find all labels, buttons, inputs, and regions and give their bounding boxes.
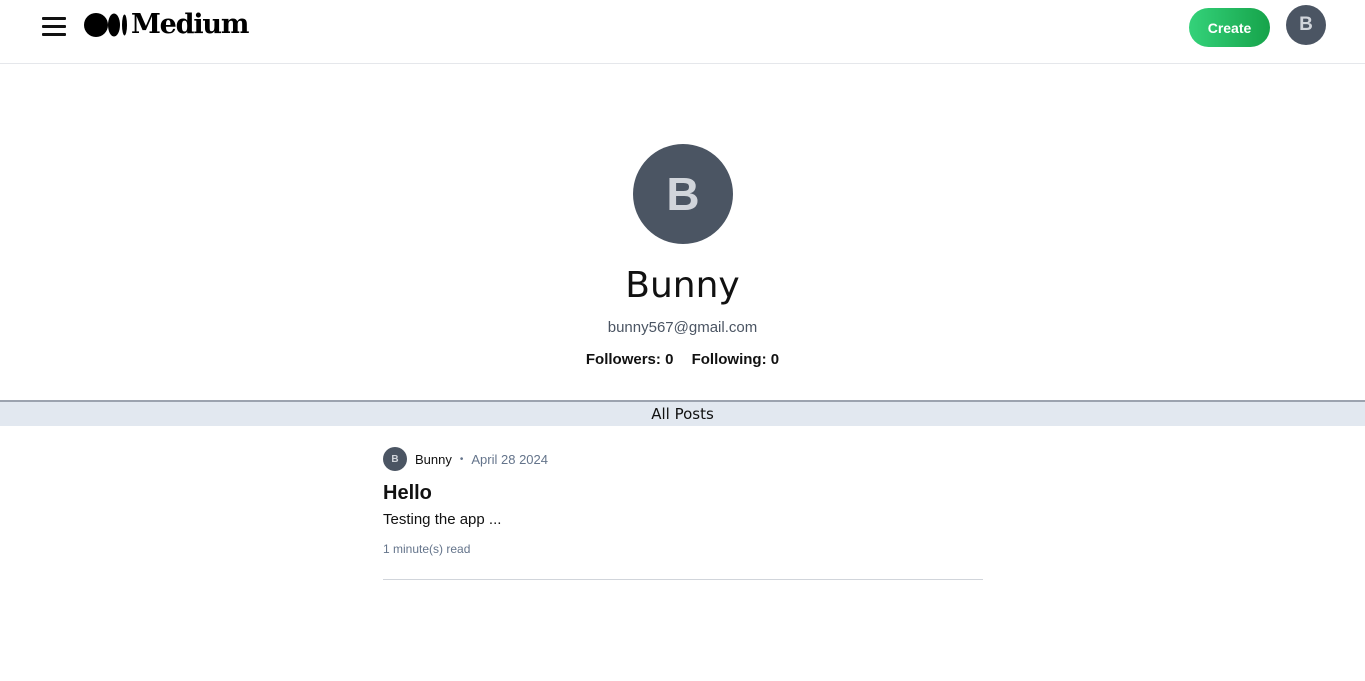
dot-separator: • xyxy=(459,453,464,465)
medium-logo[interactable]: Medium xyxy=(84,9,249,40)
post-author-avatar: B xyxy=(383,447,407,471)
top-navbar: Medium Create B xyxy=(0,0,1365,64)
logo-wordmark: Medium xyxy=(131,9,249,40)
hamburger-menu-icon[interactable] xyxy=(42,16,66,38)
menu-line xyxy=(42,17,66,20)
post-meta: B Bunny • April 28 2024 xyxy=(383,447,548,471)
profile-email: bunny567@gmail.com xyxy=(607,319,758,336)
medium-logo-icon xyxy=(84,13,127,37)
menu-line xyxy=(42,25,66,28)
post-read-time: 1 minute(s) read xyxy=(383,542,471,556)
post-date: April 28 2024 xyxy=(471,451,549,467)
create-button[interactable]: Create xyxy=(1189,8,1270,47)
user-avatar[interactable]: B xyxy=(1286,5,1326,45)
post-title[interactable]: Hello xyxy=(383,482,432,505)
follow-stats: Followers: 0 Following: 0 xyxy=(0,351,1365,368)
all-posts-heading: All Posts xyxy=(0,400,1365,426)
following-count[interactable]: Following: 0 xyxy=(692,351,780,368)
post-author: Bunny xyxy=(415,451,452,467)
followers-count[interactable]: Followers: 0 xyxy=(586,351,674,368)
menu-line xyxy=(42,33,66,36)
profile-name: Bunny xyxy=(625,265,740,306)
profile-avatar: B xyxy=(633,144,733,244)
post-card[interactable]: B Bunny • April 28 2024 Hello Testing th… xyxy=(383,446,983,580)
post-excerpt: Testing the app ... xyxy=(383,511,502,528)
